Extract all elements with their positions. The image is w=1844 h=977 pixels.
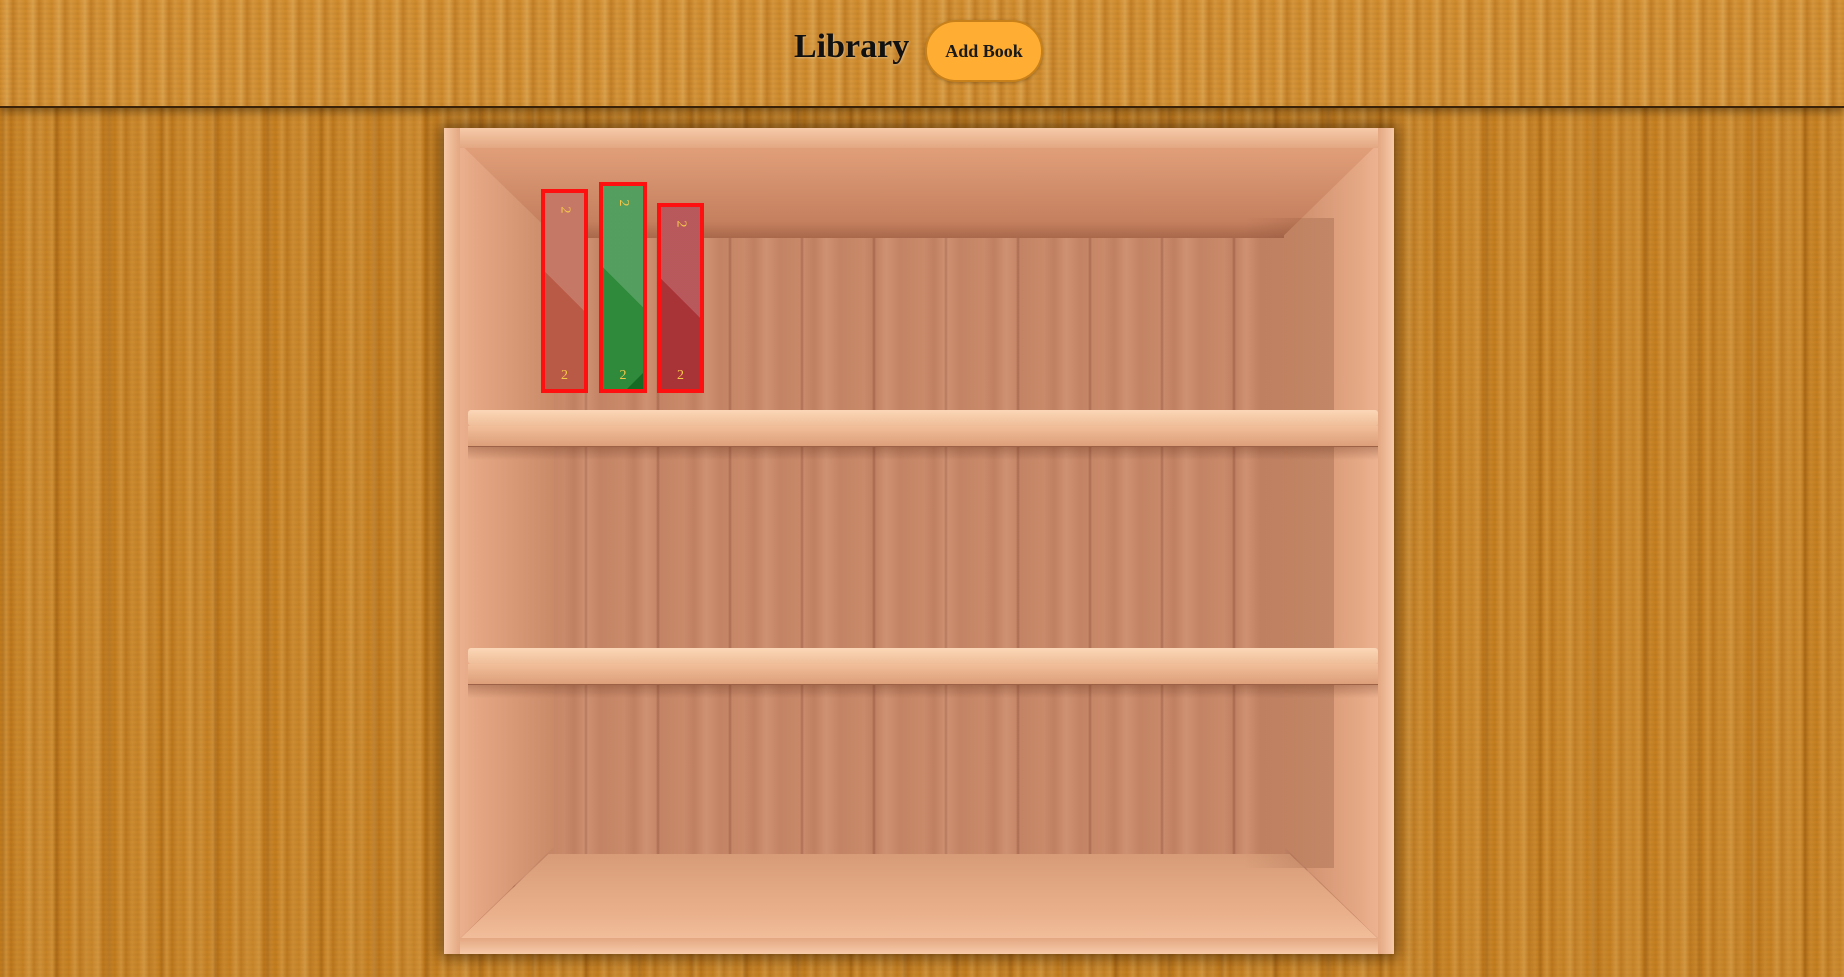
page-title: Library [794, 28, 910, 65]
bookcase-edge-bottom [444, 938, 1394, 954]
shelf-shadow [468, 684, 1378, 698]
shelf-shadow [468, 446, 1378, 460]
header-bar: Library Add Book [0, 0, 1844, 108]
book-spine-top-label: 2 [616, 199, 631, 207]
book-spine-top-label: 2 [673, 220, 689, 228]
shelf-1 [468, 410, 1378, 460]
book-3[interactable]: 2 2 [657, 203, 704, 393]
shelf-surface [468, 648, 1378, 664]
bookcase-edge-top [444, 128, 1394, 148]
shelf-front [468, 426, 1378, 447]
book-spine-bottom-label: 2 [561, 368, 568, 383]
book-spine-bottom-label: 2 [677, 368, 684, 383]
book-1[interactable]: 2 2 [541, 189, 588, 393]
shelf-front [468, 664, 1378, 685]
book-spine-bottom-label: 2 [619, 368, 627, 383]
bookcase-shadow [1244, 218, 1334, 868]
shelf-2 [468, 648, 1378, 698]
book-spine-top-label: 2 [557, 206, 573, 214]
add-book-button[interactable]: Add Book [925, 20, 1043, 82]
bookcase-edge-left [444, 128, 460, 954]
bookcase-edge-right [1378, 128, 1394, 954]
bookcase-left-panel [444, 128, 554, 954]
book-2[interactable]: 2 2 [599, 182, 647, 393]
shelf-surface [468, 410, 1378, 426]
